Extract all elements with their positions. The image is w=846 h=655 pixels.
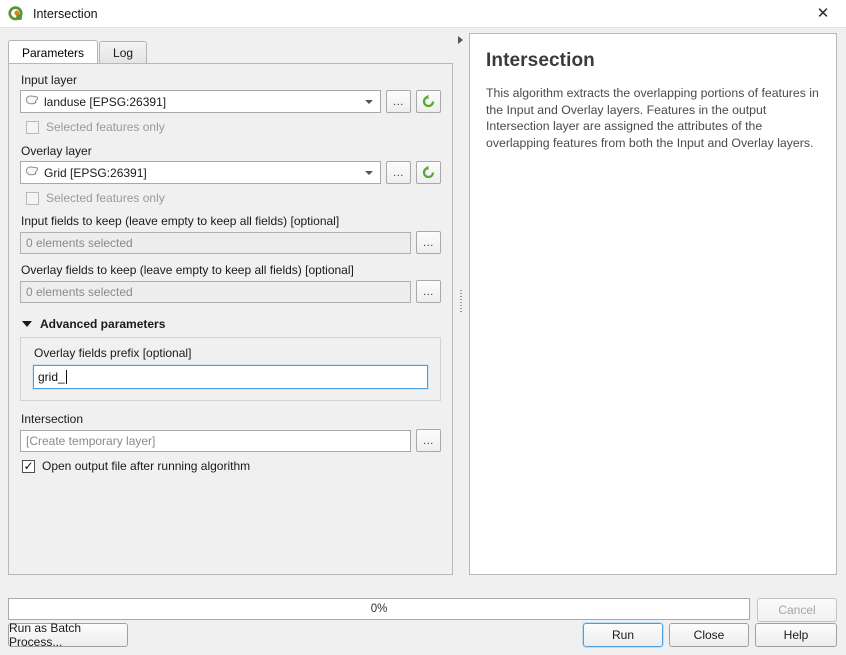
input-layer-combo[interactable]: landuse [EPSG:26391] [20, 90, 381, 113]
overlay-layer-browse-button[interactable]: ... [386, 161, 411, 184]
output-row: [Create temporary layer] ... [20, 429, 441, 452]
overlay-fields-row: 0 elements selected ... [20, 280, 441, 303]
overlay-layer-row: Grid [EPSG:26391] ... [20, 161, 441, 184]
help-button[interactable]: Help [755, 623, 837, 647]
overlay-selected-features-checkbox[interactable] [26, 191, 39, 205]
help-panel: Intersection This algorithm extracts the… [469, 33, 837, 575]
title-separator [0, 27, 846, 28]
chevron-down-icon [365, 170, 373, 175]
input-layer-browse-button[interactable]: ... [386, 90, 411, 113]
open-output-row[interactable]: Open output file after running algorithm [22, 459, 441, 473]
tab-parameters[interactable]: Parameters [8, 40, 99, 64]
polygon-layer-icon [25, 165, 39, 180]
advanced-parameters-title: Advanced parameters [40, 317, 166, 331]
tab-parameters-label: Parameters [22, 45, 85, 60]
close-button[interactable]: Close [669, 623, 749, 647]
open-output-checkbox[interactable] [22, 459, 35, 473]
input-fields-browse-button[interactable]: ... [416, 231, 441, 254]
input-layer-row: landuse [EPSG:26391] ... [20, 90, 441, 113]
input-selected-features-row[interactable]: Selected features only [26, 120, 441, 134]
input-selected-features-checkbox[interactable] [26, 120, 39, 134]
input-layer-value: landuse [EPSG:26391] [44, 94, 167, 109]
run-button[interactable]: Run [582, 622, 664, 648]
splitter-handle[interactable] [460, 290, 462, 312]
advanced-parameters-group: Overlay fields prefix [optional] grid_ [20, 337, 441, 401]
progress-text: 0% [370, 603, 388, 615]
run-as-batch-button[interactable]: Run as Batch Process... [8, 621, 128, 649]
overlay-layer-combo[interactable]: Grid [EPSG:26391] [20, 161, 381, 184]
overlay-layer-label: Overlay layer [21, 144, 92, 158]
overlay-layer-iterate-button[interactable] [416, 161, 441, 184]
window-title: Intersection [33, 6, 98, 21]
overlay-prefix-value: grid_ [38, 370, 65, 384]
overlay-fields-browse-button[interactable]: ... [416, 280, 441, 303]
output-label: Intersection [21, 412, 84, 426]
title-bar: Intersection ✕ [0, 0, 846, 27]
help-title: Intersection [486, 50, 595, 71]
help-body: This algorithm extracts the overlapping … [486, 86, 819, 150]
text-caret [65, 370, 67, 384]
overlay-selected-features-label: Selected features only [46, 191, 165, 205]
tab-bar: Parameters Log [8, 40, 148, 64]
open-output-label: Open output file after running algorithm [42, 459, 251, 473]
input-selected-features-label: Selected features only [46, 120, 165, 134]
input-fields-row: 0 elements selected ... [20, 231, 441, 254]
overlay-fields-label: Overlay fields to keep (leave empty to k… [21, 263, 354, 277]
overlay-fields-value[interactable]: 0 elements selected [20, 280, 411, 303]
input-layer-label: Input layer [21, 73, 78, 87]
polygon-layer-icon [25, 94, 39, 109]
overlay-prefix-label: Overlay fields prefix [optional] [34, 346, 192, 360]
output-browse-button[interactable]: ... [416, 429, 441, 452]
input-fields-value[interactable]: 0 elements selected [20, 231, 411, 254]
overlay-selected-features-row[interactable]: Selected features only [26, 191, 441, 205]
qgis-logo-icon [7, 5, 24, 22]
overlay-prefix-input[interactable]: grid_ [32, 364, 429, 390]
chevron-down-icon [22, 321, 32, 327]
overlay-layer-value: Grid [EPSG:26391] [44, 165, 147, 180]
progress-bar: 0% [8, 598, 750, 620]
chevron-down-icon [365, 99, 373, 104]
input-layer-iterate-button[interactable] [416, 90, 441, 113]
panel-collapse-arrow-icon[interactable] [458, 36, 463, 44]
tab-log[interactable]: Log [99, 41, 148, 64]
input-fields-label: Input fields to keep (leave empty to kee… [21, 214, 340, 228]
advanced-parameters-toggle[interactable]: Advanced parameters [22, 317, 441, 331]
output-path-input[interactable]: [Create temporary layer] [20, 429, 411, 452]
parameters-panel: Input layer landuse [EPSG:26391] ... Sel… [8, 63, 453, 575]
close-icon[interactable]: ✕ [800, 0, 846, 27]
cancel-button[interactable]: Cancel [757, 598, 837, 622]
tab-log-label: Log [113, 46, 134, 60]
